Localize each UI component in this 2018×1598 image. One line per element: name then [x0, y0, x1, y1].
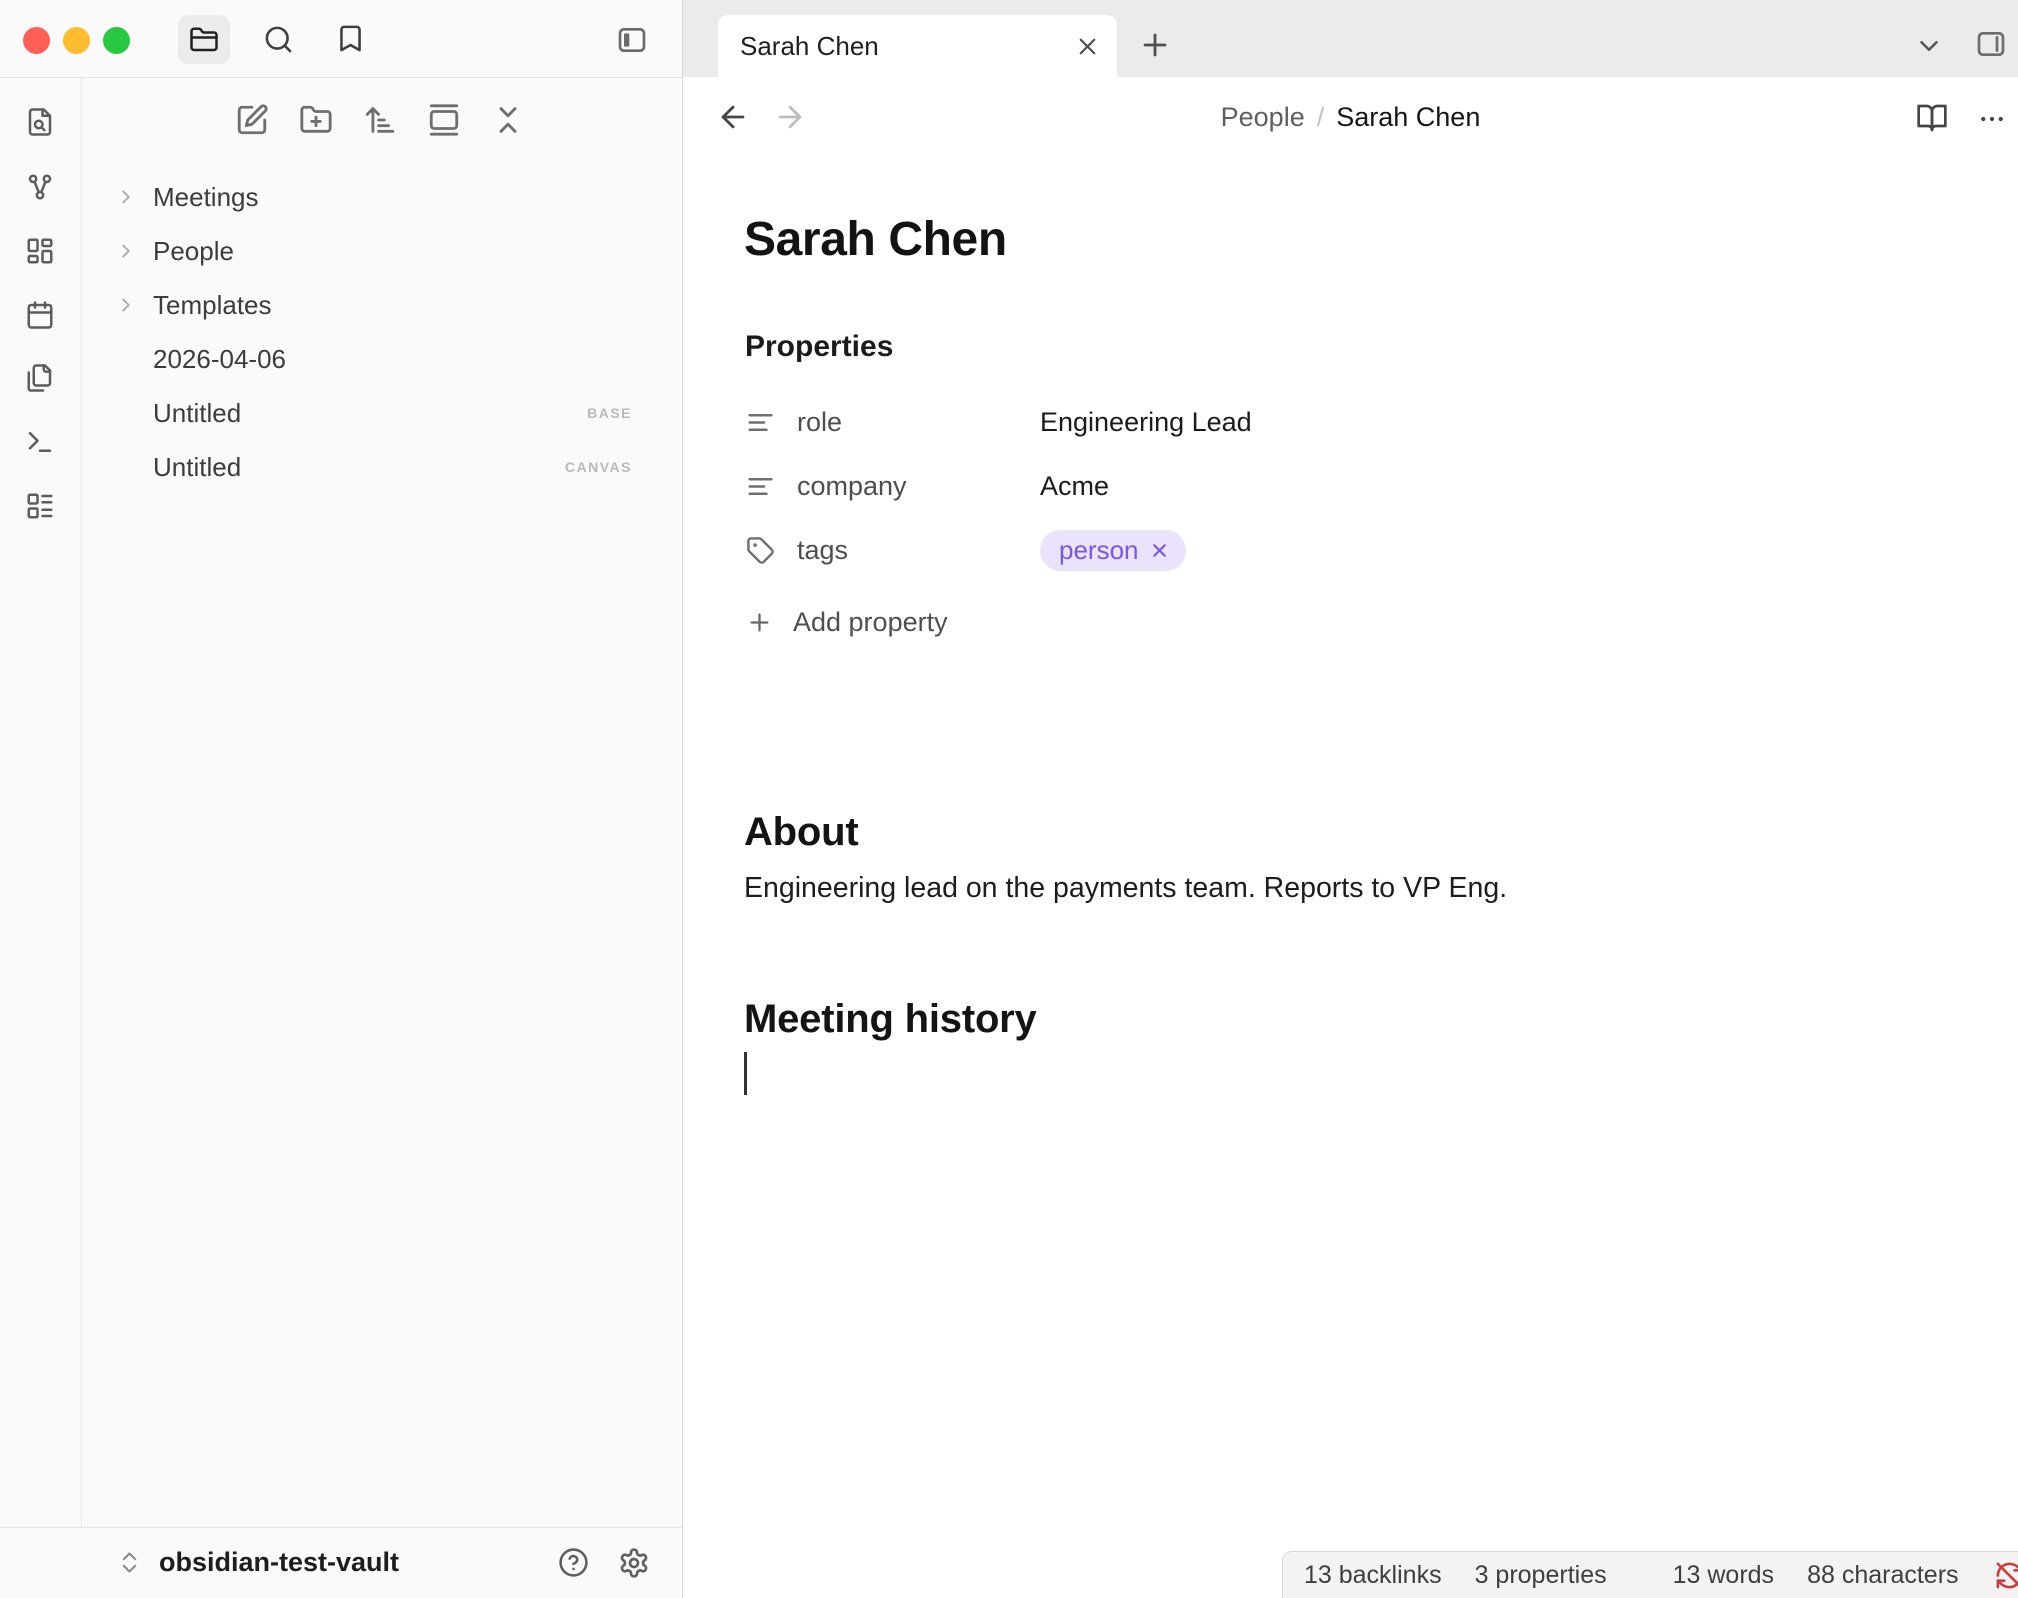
property-key[interactable]: company: [746, 471, 1040, 502]
active-tab[interactable]: Sarah Chen: [718, 15, 1117, 77]
property-name: role: [797, 407, 842, 438]
tree-file-untitled-base[interactable]: Untitled BASE: [82, 386, 682, 440]
tab-list-chevron-icon[interactable]: [1914, 31, 1944, 61]
expand-right-sidebar-icon[interactable]: [1974, 28, 2008, 60]
plus-icon: [746, 609, 773, 636]
daily-note-calendar-icon[interactable]: [25, 300, 55, 330]
terminal-icon[interactable]: [25, 427, 55, 457]
new-folder-icon[interactable]: [299, 103, 333, 137]
backlinks-count[interactable]: 13 backlinks: [1304, 1561, 1442, 1590]
help-icon[interactable]: [558, 1547, 589, 1578]
file-explorer-toolbar: [235, 103, 525, 137]
reading-view-icon[interactable]: [1916, 102, 1948, 134]
breadcrumb-current[interactable]: Sarah Chen: [1336, 102, 1480, 132]
bookmarks-tab-button[interactable]: [335, 23, 366, 54]
chevrons-up-down-icon: [116, 1549, 143, 1576]
window-controls: [23, 27, 130, 54]
sort-order-icon[interactable]: [363, 103, 397, 137]
files-tab-button[interactable]: [178, 15, 230, 64]
tree-folder-people[interactable]: People: [82, 224, 682, 278]
properties-count[interactable]: 3 properties: [1475, 1561, 1607, 1590]
property-key[interactable]: tags: [746, 535, 1040, 566]
tree-file-untitled-canvas[interactable]: Untitled CANVAS: [82, 440, 682, 494]
chevron-right-icon: [115, 294, 137, 316]
add-property-label: Add property: [793, 607, 948, 638]
text-property-icon: [746, 408, 775, 437]
remove-tag-icon[interactable]: [1149, 540, 1170, 561]
folder-label: People: [153, 236, 632, 267]
file-label: Untitled: [153, 398, 587, 429]
sidebar-main-divider: [682, 0, 683, 1598]
property-value[interactable]: Engineering Lead: [1040, 407, 1252, 438]
graph-view-icon[interactable]: [25, 172, 55, 202]
property-row-company: company Acme: [746, 460, 1646, 512]
breadcrumb-parent[interactable]: People: [1221, 102, 1305, 132]
status-bar: 13 backlinks 3 properties 13 words 88 ch…: [1282, 1551, 2018, 1598]
more-options-icon[interactable]: [1977, 104, 2007, 134]
rail-divider: [81, 77, 82, 1527]
property-row-tags: tags person: [746, 524, 1646, 576]
gallery-vertical-icon[interactable]: [427, 103, 461, 137]
tag-icon: [746, 536, 775, 565]
section-heading-meeting-history[interactable]: Meeting history: [744, 997, 1037, 1042]
properties-heading[interactable]: Properties: [745, 330, 893, 364]
vault-switcher-row: obsidian-test-vault: [0, 1528, 682, 1597]
note-title[interactable]: Sarah Chen: [744, 212, 1007, 267]
chevron-right-icon: [115, 186, 137, 208]
folder-label: Meetings: [153, 182, 632, 213]
files-copy-icon[interactable]: [25, 363, 55, 393]
folder-icon: [189, 25, 219, 55]
new-note-icon[interactable]: [235, 103, 269, 137]
canvas-dashboard-icon[interactable]: [25, 236, 55, 266]
property-value[interactable]: Acme: [1040, 471, 1109, 502]
obsidian-window: Meetings People Templates 2026-04-06 Unt…: [0, 0, 2018, 1598]
file-type-badge: BASE: [587, 405, 632, 421]
property-row-role: role Engineering Lead: [746, 396, 1646, 448]
add-property-button[interactable]: Add property: [746, 600, 948, 644]
close-tab-icon[interactable]: [1074, 33, 1101, 60]
vault-row-divider: [0, 1527, 682, 1528]
file-search-icon[interactable]: [25, 107, 55, 137]
breadcrumb: People / Sarah Chen: [683, 102, 2018, 134]
settings-gear-icon[interactable]: [618, 1547, 650, 1579]
character-count[interactable]: 88 characters: [1807, 1561, 1958, 1590]
close-window-button[interactable]: [23, 27, 50, 54]
sidebar-top-divider: [0, 77, 682, 78]
tree-note-daily[interactable]: 2026-04-06: [82, 332, 682, 386]
zoom-window-button[interactable]: [103, 27, 130, 54]
tag-label: person: [1059, 535, 1139, 566]
search-tab-button[interactable]: [263, 24, 294, 55]
text-property-icon: [746, 472, 775, 501]
layout-list-icon[interactable]: [25, 491, 55, 521]
text-cursor: [744, 1052, 747, 1095]
collapse-left-sidebar-button[interactable]: [615, 24, 649, 56]
property-name: company: [797, 471, 907, 502]
about-paragraph[interactable]: Engineering lead on the payments team. R…: [744, 872, 1507, 905]
tab-title: Sarah Chen: [740, 31, 1074, 62]
sync-error-icon[interactable]: [1994, 1560, 2018, 1591]
section-heading-about[interactable]: About: [744, 810, 859, 855]
file-tree: Meetings People Templates 2026-04-06 Unt…: [82, 170, 682, 494]
file-type-badge: CANVAS: [565, 459, 632, 475]
tree-folder-templates[interactable]: Templates: [82, 278, 682, 332]
tag-pill-person[interactable]: person: [1040, 530, 1186, 571]
note-label: 2026-04-06: [153, 344, 632, 375]
breadcrumb-separator: /: [1317, 102, 1325, 132]
collapse-all-icon[interactable]: [491, 103, 525, 137]
chevron-right-icon: [115, 240, 137, 262]
property-name: tags: [797, 535, 848, 566]
word-count[interactable]: 13 words: [1673, 1561, 1774, 1590]
vault-name[interactable]: obsidian-test-vault: [159, 1547, 558, 1578]
tree-folder-meetings[interactable]: Meetings: [82, 170, 682, 224]
property-key[interactable]: role: [746, 407, 1040, 438]
folder-label: Templates: [153, 290, 632, 321]
minimize-window-button[interactable]: [63, 27, 90, 54]
new-tab-icon[interactable]: [1138, 28, 1172, 62]
file-label: Untitled: [153, 452, 565, 483]
